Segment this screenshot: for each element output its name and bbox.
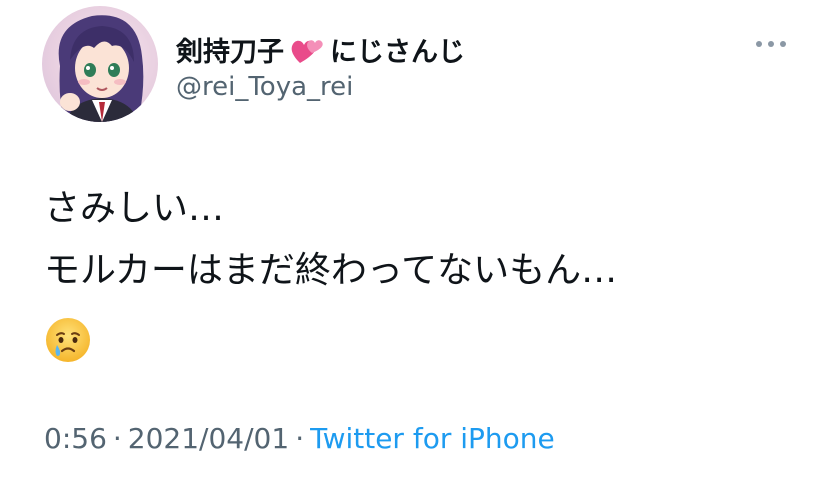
more-options-icon[interactable] bbox=[756, 38, 786, 50]
tweet-time[interactable]: 0:56 bbox=[44, 422, 107, 455]
crying-face-icon bbox=[44, 316, 92, 364]
tweet-card: 剣持刀子 にじさんじ @rei_Toya_rei さみしい… モルカーはまだ終わ… bbox=[0, 0, 828, 485]
tweet-text: さみしい… モルカーはまだ終わってないもん… bbox=[44, 178, 617, 302]
tweet-source-link[interactable]: Twitter for iPhone bbox=[310, 422, 555, 455]
author-handle[interactable]: @rei_Toya_rei bbox=[176, 72, 353, 102]
author-name-row[interactable]: 剣持刀子 にじさんじ bbox=[176, 30, 465, 69]
meta-separator: · bbox=[295, 422, 305, 455]
tweet-meta: 0:56 · 2021/04/01 · Twitter for iPhone bbox=[44, 422, 555, 455]
display-name[interactable]: 剣持刀子 bbox=[176, 30, 284, 69]
avatar-illustration bbox=[58, 15, 144, 122]
tweet-date[interactable]: 2021/04/01 bbox=[128, 422, 289, 455]
tweet-line-2: モルカーはまだ終わってないもん… bbox=[44, 250, 618, 291]
display-name-suffix[interactable]: にじさんじ bbox=[330, 30, 465, 69]
meta-separator: · bbox=[112, 422, 122, 455]
two-hearts-icon bbox=[290, 35, 324, 65]
avatar[interactable] bbox=[42, 6, 158, 122]
tweet-line-1: さみしい… bbox=[44, 188, 225, 229]
